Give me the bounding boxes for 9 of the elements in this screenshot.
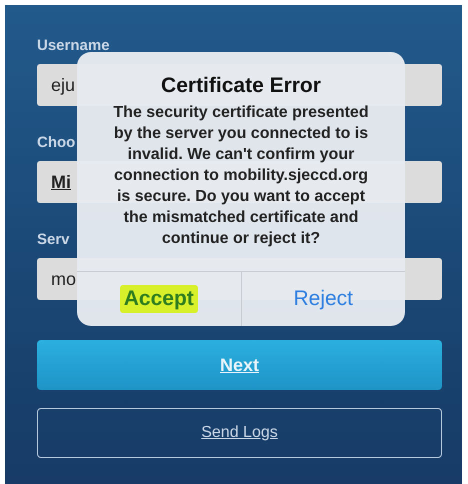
alert-title: Certificate Error xyxy=(161,74,321,98)
next-button[interactable]: Next xyxy=(37,340,442,390)
field-label: Serv xyxy=(37,231,70,248)
send-logs-button[interactable]: Send Logs xyxy=(37,408,442,458)
field-label: Choo xyxy=(37,134,76,151)
alert-message: The security certificate presented by the server you connected to is invalid. We can't confirm your connection to mobility.sjeccd.org is secure. Do you want to accept the mismatched certificate and continue or reject it? xyxy=(112,103,370,249)
reject-button[interactable]: Reject xyxy=(289,285,358,313)
field-label: Username xyxy=(37,37,110,54)
accept-button[interactable]: Accept xyxy=(120,285,198,313)
